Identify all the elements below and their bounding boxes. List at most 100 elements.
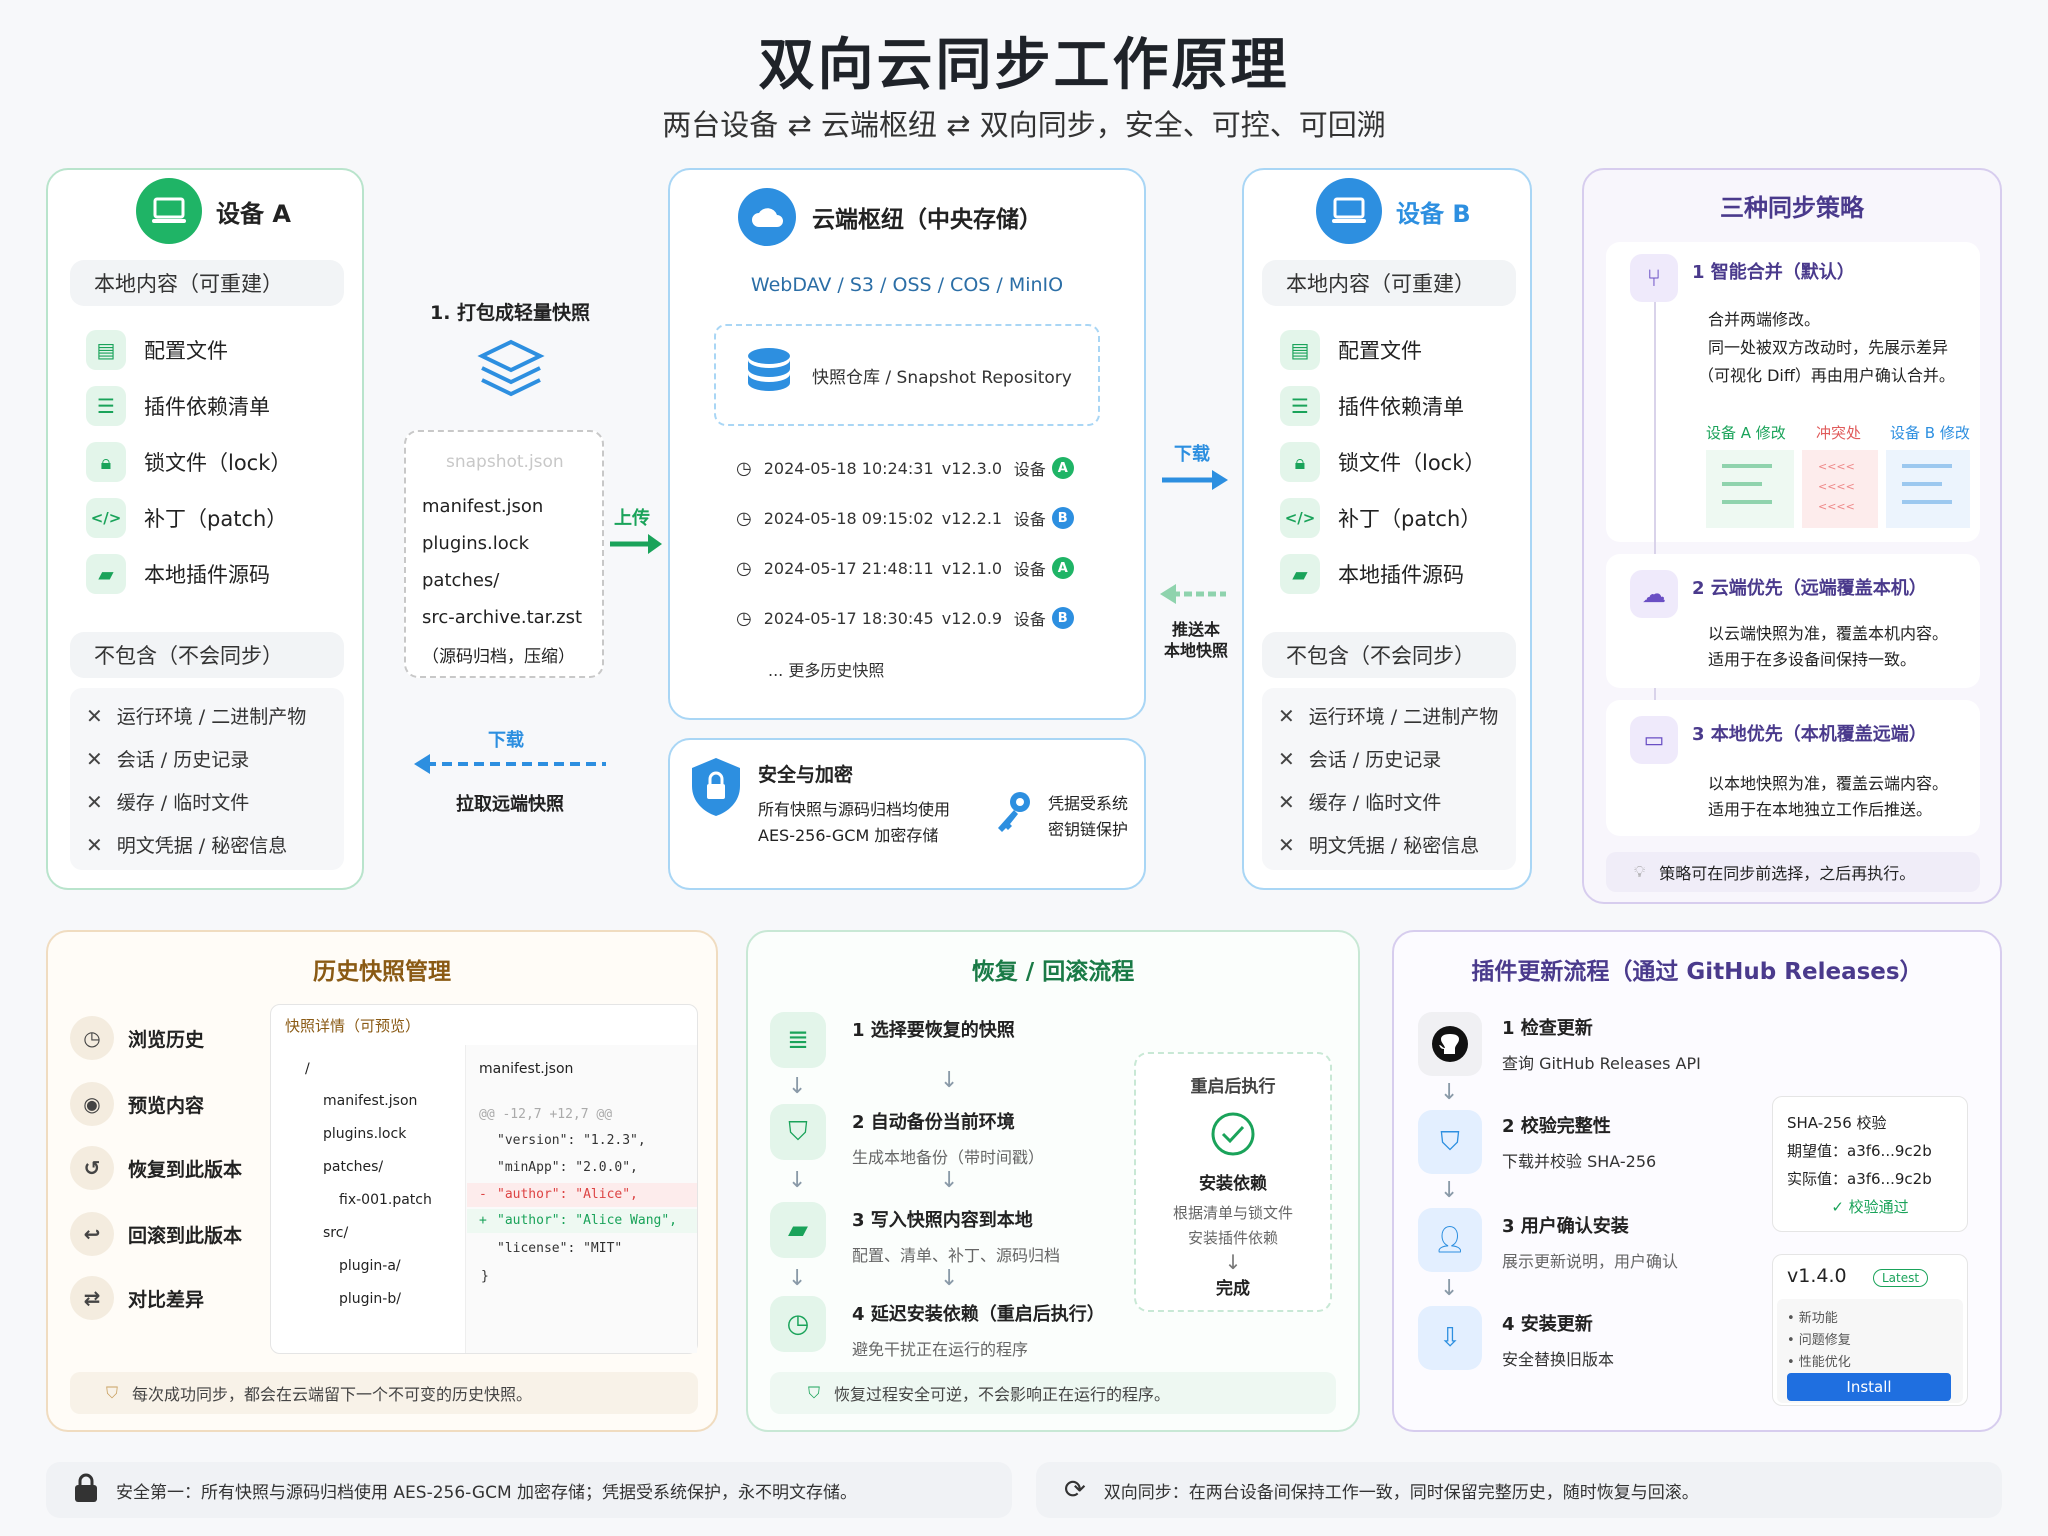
restore-step: 3 写入快照内容到本地 配置、清单、补丁、源码归档 xyxy=(852,1210,1061,1265)
key-desc: 凭据受系统 xyxy=(1048,794,1129,813)
device-b-name: 设备 B xyxy=(1396,199,1471,228)
x-icon: ✕ xyxy=(86,789,103,814)
push-label: 推送本 本地快照 xyxy=(1163,620,1228,660)
install-button[interactable]: Install xyxy=(1787,1373,1951,1401)
key-desc: 密钥链保护 xyxy=(1048,820,1129,839)
exclude-item: ✕ 缓存 / 临时文件 xyxy=(1278,789,1442,815)
code-line-removed: "author": "Alice", xyxy=(497,1187,638,1202)
release-note: • 问题修复 xyxy=(1787,1333,1851,1348)
snapshot-row[interactable]: ◷ 2024-05-18 10:24:31 v12.3.0 设备 A xyxy=(736,456,1076,480)
device-item: ▤ 配置文件 xyxy=(1280,330,1422,370)
upload-label: 上传 xyxy=(614,508,650,529)
history-action[interactable]: ↩ 回滚到此版本 xyxy=(70,1212,242,1256)
user-icon: 👤︎ xyxy=(1418,1208,1482,1272)
exclude-item: ✕ 运行环境 / 二进制产物 xyxy=(1278,703,1499,729)
strategy-title: 三种同步策略 xyxy=(1720,194,1864,222)
strategy-1-title: 1 智能合并（默认） xyxy=(1692,262,1855,283)
history-action[interactable]: ⇄ 对比差异 xyxy=(70,1276,204,1320)
security-title: 安全与加密 xyxy=(758,764,854,786)
strategy-2-title: 2 云端优先（远端覆盖本机） xyxy=(1692,578,1927,599)
device-item: ▰ 本地插件源码 xyxy=(86,554,270,594)
exclude-item: ✕ 明文凭据 / 秘密信息 xyxy=(1278,832,1480,858)
pull-label: 拉取远端快照 xyxy=(456,794,564,815)
exclude-label: 不包含（不会同步） xyxy=(1262,632,1516,678)
shield-icon: ⛉ xyxy=(808,1383,821,1402)
release-version: v1.4.0 xyxy=(1787,1265,1847,1287)
tree-item: manifest.json xyxy=(323,1093,418,1109)
clock-icon: ◷ xyxy=(70,1016,114,1060)
security-panel: 安全与加密 所有快照与源码归档均使用 AES-256-GCM 加密存储 凭据受系… xyxy=(668,738,1146,890)
diff-visual: <<<< <<<< <<<< xyxy=(1706,450,1970,528)
tree-item: plugin-a/ xyxy=(339,1258,401,1274)
check-circle-icon xyxy=(1210,1111,1256,1157)
plugin-panel: 插件更新流程（通过 GitHub Releases） ↓ ⛉ ↓ 👤︎ ↓ ⇩ … xyxy=(1392,930,2002,1432)
lock-icon: 🔒︎ xyxy=(1280,442,1320,482)
history-action[interactable]: ◉ 预览内容 xyxy=(70,1082,204,1126)
snapshot-row[interactable]: ◷ 2024-05-17 18:30:45 v12.0.9 设备 B xyxy=(736,606,1076,630)
repo-label: 快照仓库 / Snapshot Repository xyxy=(812,367,1072,388)
plugin-step: 3 用户确认安装 展示更新说明，用户确认 xyxy=(1502,1216,1679,1271)
snapshot-row[interactable]: ◷ 2024-05-17 21:48:11 v12.1.0 设备 A xyxy=(736,556,1076,580)
github-icon xyxy=(1418,1012,1482,1076)
restore-panel: 恢复 / 回滚流程 ≣ ↓ ⛉ ↓ ▰ ↓ ◷ 1 选择要恢复的快照 ↓ 2 自… xyxy=(746,930,1360,1432)
footer-right: ⟳ 双向同步：在两台设备间保持工作一致，同时保留完整历史，随时恢复与回滚。 xyxy=(1036,1462,2002,1518)
security-desc: 所有快照与源码归档均使用 xyxy=(758,800,951,819)
database-icon xyxy=(746,347,792,403)
snapshot-file-title: snapshot.json xyxy=(446,452,564,472)
history-action[interactable]: ↺ 恢复到此版本 xyxy=(70,1146,242,1190)
eye-icon: ◉ xyxy=(70,1082,114,1126)
diff-icon: ⇄ xyxy=(70,1276,114,1320)
x-icon: ✕ xyxy=(86,832,103,857)
strategy-3-title: 3 本地优先（本机覆盖远端） xyxy=(1692,724,1927,745)
merge-icon: ⑂ xyxy=(1630,254,1678,302)
device-a-name: 设备 A xyxy=(216,199,291,228)
folder-icon: ▰ xyxy=(1280,554,1320,594)
lock-icon: 🔒︎ xyxy=(86,442,126,482)
device-a-panel: 设备 A 本地内容（可重建） ▤ 配置文件 ☰ 插件依赖清单 🔒︎ 锁文件（lock）… xyxy=(46,168,364,890)
shield-check-icon: ⛉ xyxy=(770,1104,826,1160)
upload-arrow xyxy=(608,530,664,562)
device-b-panel: 设备 B 本地内容（可重建） ▤ 配置文件 ☰ 插件依赖清单 🔒︎ 锁文件（lock）… xyxy=(1242,168,1532,890)
code-line: "minApp": "2.0.0", xyxy=(497,1160,638,1175)
exclude-item: ✕ 明文凭据 / 秘密信息 xyxy=(86,832,288,858)
clock-icon: ◷ xyxy=(736,607,752,629)
snapshot-row[interactable]: ◷ 2024-05-18 09:15:02 v12.2.1 设备 B xyxy=(736,506,1076,530)
security-desc: AES-256-GCM 加密存储 xyxy=(758,826,939,845)
sha-actual: 实际值：a3f6...9c2b xyxy=(1787,1170,1932,1188)
push-arrow xyxy=(1158,580,1228,612)
rollback-icon: ↩ xyxy=(70,1212,114,1256)
more-snapshots-link[interactable]: ... 更多历史快照 xyxy=(768,657,884,681)
list-icon: ☰ xyxy=(1280,386,1320,426)
exclude-item: ✕ 会话 / 历史记录 xyxy=(1278,746,1442,772)
sha-expected: 期望值：a3f6...9c2b xyxy=(1787,1142,1932,1160)
tree-item: plugin-b/ xyxy=(339,1291,401,1307)
shield-check-icon: ⛉ xyxy=(1418,1110,1482,1174)
done-label: 完成 xyxy=(1216,1279,1250,1299)
code-line: "version": "1.2.3", xyxy=(497,1133,646,1148)
download-arrow-a xyxy=(410,750,606,782)
x-icon: ✕ xyxy=(1278,789,1295,814)
package-file: manifest.json xyxy=(422,496,544,517)
download-label-a: 下载 xyxy=(488,730,524,751)
laptop-icon xyxy=(1316,178,1382,244)
restore-step: 2 自动备份当前环境 生成本地备份（带时间戳） xyxy=(852,1112,1045,1167)
package-file: patches/ xyxy=(422,570,500,591)
clock-icon: ◷ xyxy=(736,507,752,529)
release-note: • 新功能 xyxy=(1787,1311,1838,1326)
cloud-providers: WebDAV / S3 / OSS / COS / MinIO xyxy=(750,274,1064,296)
tree-item: plugins.lock xyxy=(323,1126,407,1142)
restart-box: 重启后执行 安装依赖 根据清单与锁文件 安装插件依赖 ↓ 完成 xyxy=(1134,1052,1332,1312)
strategy-desc: 同一处被双方改动时，先展示差异 xyxy=(1708,338,1949,357)
strategy-desc: 合并两端修改。 xyxy=(1708,310,1821,329)
repo-box: 快照仓库 / Snapshot Repository xyxy=(714,324,1100,426)
tree-item: patches/ xyxy=(323,1159,384,1175)
laptop-upload-icon: ▭ xyxy=(1630,716,1678,764)
plugin-title: 插件更新流程（通过 GitHub Releases） xyxy=(1471,959,1923,985)
strategy-desc: 以本地快照为准，覆盖云端内容。 xyxy=(1708,774,1949,793)
x-icon: ✕ xyxy=(1278,746,1295,771)
history-action[interactable]: ◷ 浏览历史 xyxy=(70,1016,204,1060)
restore-icon: ↺ xyxy=(70,1146,114,1190)
preview-title: 快照详情（可预览） xyxy=(285,1017,421,1035)
diff-hunk: @@ -12,7 +12,7 @@ xyxy=(479,1107,613,1122)
strategy-tip: 策略可在同步前选择，之后再执行。 xyxy=(1659,864,1916,883)
